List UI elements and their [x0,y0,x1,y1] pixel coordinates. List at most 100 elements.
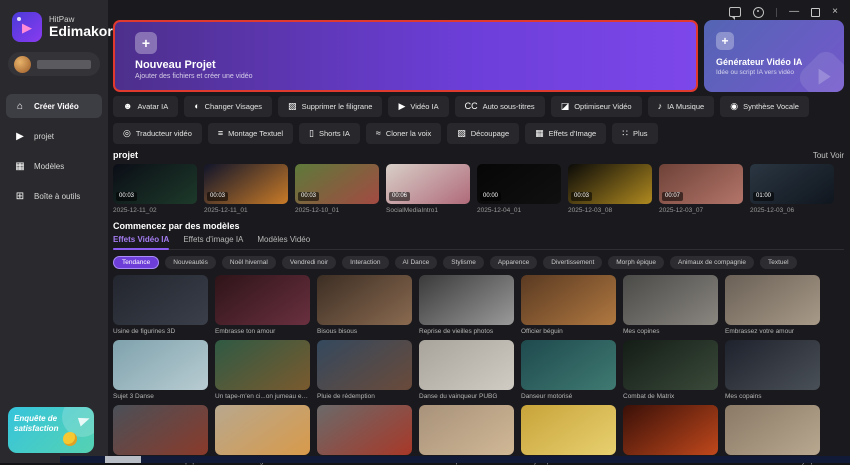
video-enhancer-button[interactable]: ◪ Optimiseur Vidéo [551,96,642,117]
ai-video-generator-card[interactable]: + Générateur Vidéo IA Idée ou script IA … [704,20,844,92]
template-card[interactable]: Pluie de rédemption [317,340,412,400]
project-card[interactable]: 00:06 SocialMediaIntro1 [386,164,470,214]
template-thumbnail[interactable] [623,275,718,325]
project-thumbnail[interactable]: 01:00 [750,164,834,204]
more-button[interactable]: ∷ Plus [612,123,657,144]
template-thumbnail[interactable] [521,275,616,325]
template-card[interactable]: Mes copines [623,275,718,335]
avatar-ia-button[interactable]: ☻ Avatar IA [113,96,178,117]
template-thumbnail[interactable] [317,275,412,325]
sidebar-item[interactable]: ▶ projet [6,124,102,148]
template-card[interactable]: Bisous bisous [317,275,412,335]
template-thumbnail[interactable] [215,275,310,325]
category-chip[interactable]: Apparence [490,256,537,269]
template-thumbnail[interactable] [317,405,412,455]
close-button[interactable]: × [832,7,838,17]
user-avatar[interactable] [14,56,31,73]
project-thumbnail[interactable]: 00:03 [295,164,379,204]
category-chip[interactable]: Tendance [113,256,159,269]
category-chip[interactable]: Animaux de compagnie [670,256,754,269]
watermark-remover-button[interactable]: ▨ Supprimer le filigrane [278,96,382,117]
category-chip[interactable]: Interaction [342,256,388,269]
project-thumbnail[interactable]: 00:07 [659,164,743,204]
template-thumbnail[interactable] [113,275,208,325]
tool-icon: ◪ [561,102,570,111]
template-card[interactable]: Reprise de vieilles photos [419,275,514,335]
templates-tab[interactable]: Effets d'image IA [183,235,243,244]
text-to-speech-button[interactable]: ◉ Synthèse Vocale [720,96,809,117]
template-card[interactable]: Embrassez votre amour [725,275,820,335]
ai-shorts-button[interactable]: ▯ Shorts IA [299,123,360,144]
project-thumbnail[interactable]: 00:03 [568,164,652,204]
see-all-link[interactable]: Tout Voir [813,151,844,160]
template-thumbnail[interactable] [521,405,616,455]
template-thumbnail[interactable] [623,340,718,390]
category-chip[interactable]: Vendredi noir [282,256,336,269]
category-chip[interactable]: Morph épique [608,256,664,269]
ai-music-button[interactable]: ♪ IA Musique [648,96,715,117]
user-account[interactable] [8,52,100,76]
category-chip[interactable]: Nouveautés [165,256,216,269]
template-card[interactable]: Danseur motorisé [521,340,616,400]
project-card[interactable]: 00:03 2025-12-11_02 [113,164,197,214]
project-card[interactable]: 00:07 2025-12-03_07 [659,164,743,214]
project-card[interactable]: 00:00 2025-12-04_01 [477,164,561,214]
template-thumbnail[interactable] [419,340,514,390]
template-thumbnail[interactable] [725,405,820,455]
project-card[interactable]: 00:03 2025-12-03_08 [568,164,652,214]
template-card[interactable]: Un tape-m'en ci...on jumeau emoji [215,340,310,400]
image-effects-button[interactable]: ▦ Effets d'Image [525,123,606,144]
settings-gear-icon[interactable] [753,7,764,18]
template-thumbnail[interactable] [419,275,514,325]
face-swap-button[interactable]: ◐ Changer Visages [184,96,272,117]
project-card[interactable]: 01:00 2025-12-03_06 [750,164,834,214]
satisfaction-survey-banner[interactable]: Enquête de satisfaction [8,407,94,453]
template-thumbnail[interactable] [725,275,820,325]
template-card[interactable]: Mes copains [725,340,820,400]
templates-tab[interactable]: Modèles Vidéo [257,235,310,244]
templates-section-title: Commencez par des modèles [113,221,844,231]
sidebar-item[interactable]: ⊞ Boîte à outils [6,184,102,208]
project-thumbnail[interactable]: 00:03 [113,164,197,204]
brand-logo: ▶ HitPaw Edimakor [0,12,108,42]
sidebar-item[interactable]: ⌂ Créer Vidéo [6,94,102,118]
tool-label: Traducteur vidéo [136,129,192,138]
template-thumbnail[interactable] [725,340,820,390]
project-card[interactable]: 00:03 2025-12-10_01 [295,164,379,214]
template-thumbnail[interactable] [419,405,514,455]
category-chip[interactable]: Stylisme [443,256,484,269]
template-card[interactable]: Usine de figurines 3D [113,275,208,335]
project-thumbnail[interactable]: 00:06 [386,164,470,204]
category-chip[interactable]: Noël hivernal [222,256,276,269]
template-thumbnail[interactable] [113,340,208,390]
video-translator-button[interactable]: ◎ Traducteur vidéo [113,123,202,144]
ai-video-button[interactable]: ▶ Vidéo IA [388,96,448,117]
voice-clone-button[interactable]: ≈ Cloner la voix [366,123,441,144]
template-card[interactable]: Combat de Matrix [623,340,718,400]
feedback-icon[interactable] [729,7,741,17]
auto-subtitles-button[interactable]: CC Auto sous-titres [455,96,545,117]
templates-tab[interactable]: Effets Vidéo IA [113,235,169,244]
template-thumbnail[interactable] [521,340,616,390]
category-chip[interactable]: Divertissement [543,256,602,269]
template-thumbnail[interactable] [317,340,412,390]
sidebar-item[interactable]: ▦ Modèles [6,154,102,178]
trim-button[interactable]: ▧ Découpage [447,123,519,144]
template-card[interactable]: Officier béguin [521,275,616,335]
template-thumbnail[interactable] [215,340,310,390]
template-card[interactable]: Embrasse ton amour [215,275,310,335]
project-thumbnail[interactable]: 00:00 [477,164,561,204]
minimize-button[interactable]: — [789,7,799,17]
maximize-button[interactable] [811,8,820,17]
new-project-banner[interactable]: + Nouveau Projet Ajouter des fichiers et… [113,20,698,92]
category-chip[interactable]: AI Dance [395,256,438,269]
template-thumbnail[interactable] [113,405,208,455]
text-editing-button[interactable]: ≡ Montage Textuel [208,123,293,144]
template-thumbnail[interactable] [623,405,718,455]
project-card[interactable]: 00:03 2025-12-11_01 [204,164,288,214]
template-card[interactable]: Sujet 3 Danse [113,340,208,400]
project-thumbnail[interactable]: 00:03 [204,164,288,204]
template-thumbnail[interactable] [215,405,310,455]
template-card[interactable]: Danse du vainqueur PUBG [419,340,514,400]
category-chip[interactable]: Textuel [760,256,797,269]
